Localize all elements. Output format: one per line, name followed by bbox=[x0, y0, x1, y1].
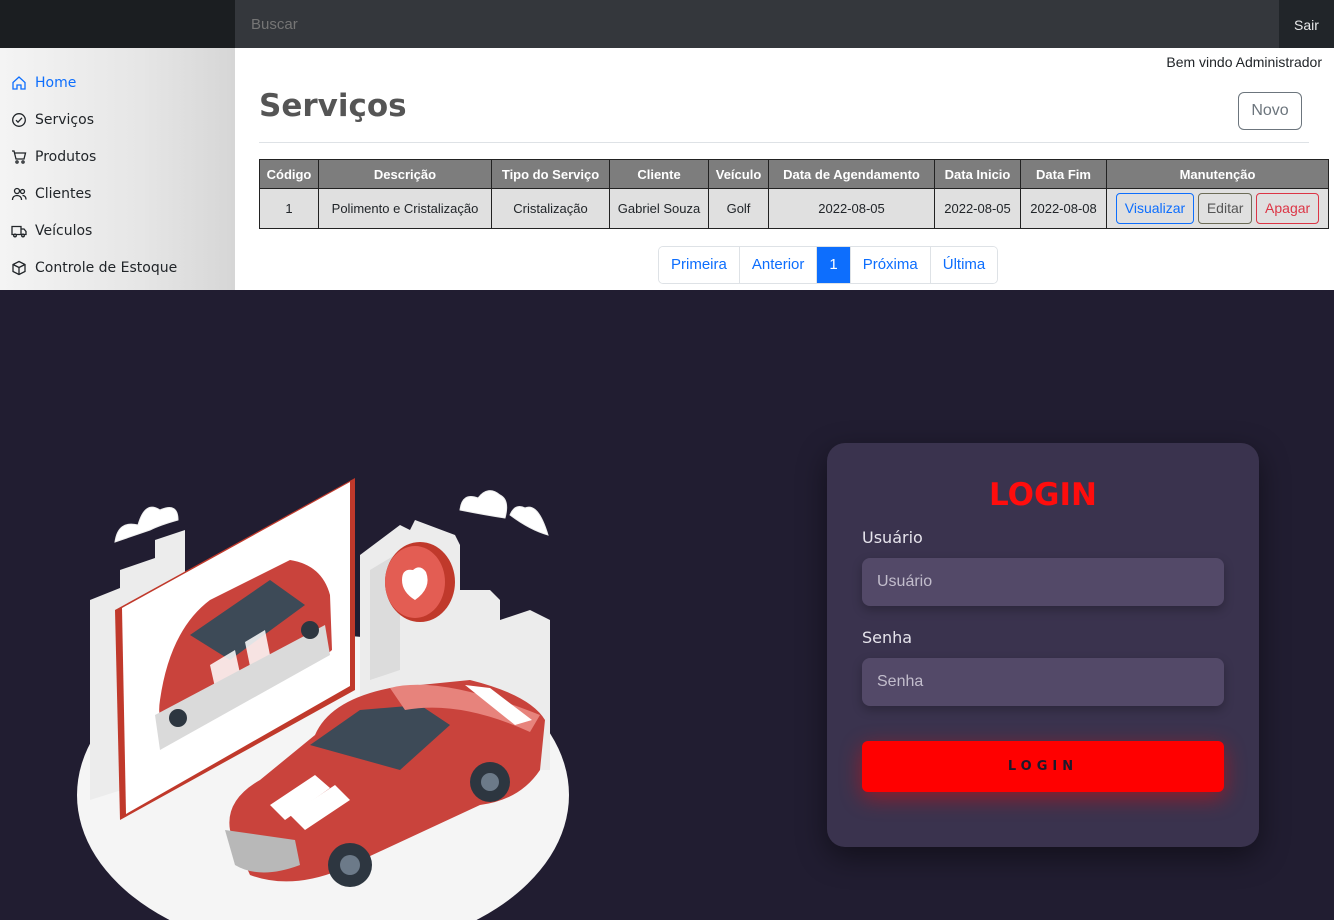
new-service-button[interactable]: Novo bbox=[1238, 92, 1302, 130]
column-header-inicio: Data Inicio bbox=[934, 159, 1021, 189]
view-button[interactable]: Visualizar bbox=[1115, 193, 1195, 224]
cell-tipo: Cristalização bbox=[491, 188, 610, 229]
pagination-current-page[interactable]: 1 bbox=[817, 247, 851, 283]
brand-area bbox=[0, 0, 235, 48]
sidebar: Home Serviços Produtos Clientes Veículos… bbox=[0, 48, 235, 290]
column-header-veiculo: Veículo bbox=[708, 159, 769, 189]
check-circle-icon bbox=[12, 113, 26, 127]
search-input[interactable] bbox=[235, 0, 1279, 48]
pagination: Primeira Anterior 1 Próxima Última bbox=[658, 246, 999, 284]
cell-descricao: Polimento e Cristalização bbox=[318, 188, 492, 229]
sidebar-item-label: Produtos bbox=[35, 149, 97, 165]
table-header-row: Código Descrição Tipo do Serviço Cliente… bbox=[259, 159, 1329, 189]
column-header-agendamento: Data de Agendamento bbox=[768, 159, 935, 189]
sidebar-item-label: Veículos bbox=[35, 223, 93, 239]
sidebar-item-home[interactable]: Home bbox=[11, 71, 76, 95]
sidebar-item-veiculos[interactable]: Veículos bbox=[11, 219, 92, 243]
username-field[interactable] bbox=[862, 558, 1224, 606]
login-title: LOGIN bbox=[989, 477, 1097, 513]
cell-codigo: 1 bbox=[259, 188, 319, 229]
sidebar-item-controle-estoque[interactable]: Controle de Estoque bbox=[11, 256, 177, 280]
page-title: Serviços bbox=[259, 88, 407, 124]
truck-icon bbox=[11, 225, 27, 238]
cart-icon bbox=[12, 150, 27, 164]
services-table: Código Descrição Tipo do Serviço Cliente… bbox=[259, 159, 1329, 229]
column-header-fim: Data Fim bbox=[1020, 159, 1107, 189]
pagination-last[interactable]: Última bbox=[930, 247, 998, 283]
people-icon bbox=[11, 187, 27, 201]
edit-button[interactable]: Editar bbox=[1197, 193, 1253, 224]
table-row: 1 Polimento e Cristalização Cristalizaçã… bbox=[259, 188, 1329, 229]
sidebar-item-label: Serviços bbox=[35, 112, 94, 128]
username-label: Usuário bbox=[862, 528, 923, 547]
delete-button[interactable]: Apagar bbox=[1256, 193, 1320, 224]
box-icon bbox=[12, 260, 26, 276]
top-navbar: Sair bbox=[0, 0, 1334, 48]
cell-inicio: 2022-08-05 bbox=[934, 188, 1021, 229]
sidebar-item-clientes[interactable]: Clientes bbox=[11, 182, 91, 206]
column-header-codigo: Código bbox=[259, 159, 319, 189]
login-card: LOGIN Usuário Senha LOGIN bbox=[827, 443, 1259, 847]
sidebar-item-produtos[interactable]: Produtos bbox=[11, 145, 96, 169]
welcome-text: Bem vindo Administrador bbox=[1166, 54, 1322, 70]
cell-cliente: Gabriel Souza bbox=[609, 188, 709, 229]
cell-fim: 2022-08-08 bbox=[1020, 188, 1107, 229]
column-header-descricao: Descrição bbox=[318, 159, 492, 189]
logout-link[interactable]: Sair bbox=[1279, 0, 1334, 48]
sidebar-item-servicos[interactable]: Serviços bbox=[11, 108, 94, 132]
sidebar-item-label: Controle de Estoque bbox=[35, 260, 178, 276]
cell-agendamento: 2022-08-05 bbox=[768, 188, 935, 229]
sidebar-item-label: Home bbox=[35, 75, 77, 91]
pagination-first[interactable]: Primeira bbox=[659, 247, 740, 283]
sidebar-item-label: Clientes bbox=[35, 186, 92, 202]
cell-veiculo: Golf bbox=[708, 188, 769, 229]
column-header-cliente: Cliente bbox=[609, 159, 709, 189]
login-button[interactable]: LOGIN bbox=[862, 741, 1224, 792]
cell-actions: Visualizar Editar Apagar bbox=[1106, 188, 1329, 229]
column-header-tipo: Tipo do Serviço bbox=[491, 159, 610, 189]
home-icon bbox=[12, 76, 26, 90]
main-content: Bem vindo Administrador Serviços Novo Có… bbox=[235, 48, 1334, 290]
title-divider bbox=[259, 142, 1309, 143]
column-header-manutencao: Manutenção bbox=[1106, 159, 1329, 189]
pagination-next[interactable]: Próxima bbox=[850, 247, 931, 283]
password-field[interactable] bbox=[862, 658, 1224, 706]
password-label: Senha bbox=[862, 628, 913, 647]
pagination-prev[interactable]: Anterior bbox=[739, 247, 818, 283]
car-illustration bbox=[77, 478, 569, 920]
